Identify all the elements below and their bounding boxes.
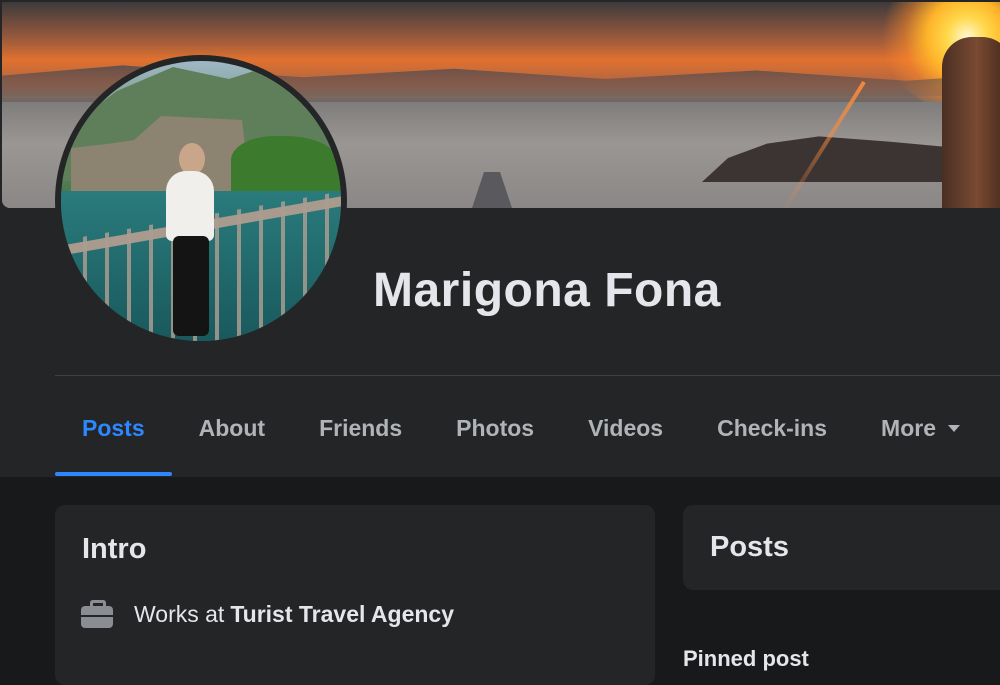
profile-avatar[interactable] [55, 55, 347, 347]
tab-photos[interactable]: Photos [429, 388, 561, 468]
posts-title: Posts [710, 531, 789, 563]
tab-videos[interactable]: Videos [561, 388, 690, 468]
profile-tabs: Posts About Friends Photos Videos Check-… [55, 388, 987, 478]
briefcase-icon [80, 599, 114, 629]
work-employer-link[interactable]: Turist Travel Agency [230, 601, 454, 628]
tab-friends[interactable]: Friends [292, 388, 429, 468]
pinned-post-label: Pinned post [683, 646, 809, 671]
tab-more[interactable]: More [854, 388, 987, 468]
profile-header: Marigona Fona Posts About Friends Photos… [0, 0, 1000, 477]
avatar-photo [61, 61, 341, 341]
intro-work-row: Works at Turist Travel Agency [80, 599, 454, 629]
tab-about[interactable]: About [172, 388, 292, 468]
tab-check-ins[interactable]: Check-ins [690, 388, 854, 468]
tab-posts[interactable]: Posts [55, 388, 172, 476]
profile-name: Marigona Fona [373, 264, 721, 317]
work-prefix: Works at [134, 600, 225, 627]
caret-down-icon [947, 424, 960, 432]
header-divider [55, 375, 1000, 376]
intro-title: Intro [82, 533, 147, 565]
posts-card: Posts [683, 505, 1000, 590]
intro-card: Intro Works at Turist Travel Agency [55, 505, 655, 685]
